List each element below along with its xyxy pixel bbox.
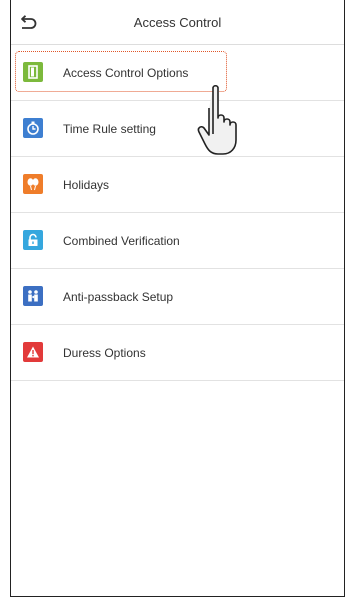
header-bar: Access Control [11,0,344,45]
menu-list: Access Control Options Time Rule setting [11,45,344,381]
menu-item-duress-options[interactable]: Duress Options [11,325,344,381]
warning-icon [23,342,43,362]
door-icon [23,62,43,82]
menu-item-combined-verification[interactable]: Combined Verification [11,213,344,269]
stopwatch-icon [23,118,43,138]
menu-item-label: Access Control Options [63,66,189,80]
menu-item-label: Holidays [63,178,110,192]
pointing-hand-icon [197,84,237,155]
people-icon [23,286,43,306]
menu-item-label: Duress Options [63,346,146,360]
menu-item-holidays[interactable]: Holidays [11,157,344,213]
menu-item-time-rule-setting[interactable]: Time Rule setting [11,101,344,157]
menu-item-anti-passback-setup[interactable]: Anti-passback Setup [11,269,344,325]
menu-item-label: Time Rule setting [63,122,156,136]
lock-icon [23,230,43,250]
menu-item-label: Anti-passback Setup [63,290,174,304]
page-title: Access Control [133,15,222,30]
device-screen: Access Control Access Control Options Ti… [10,0,345,597]
menu-item-access-control-options[interactable]: Access Control Options [11,45,344,101]
balloons-icon [23,174,43,194]
menu-item-label: Combined Verification [63,234,180,248]
